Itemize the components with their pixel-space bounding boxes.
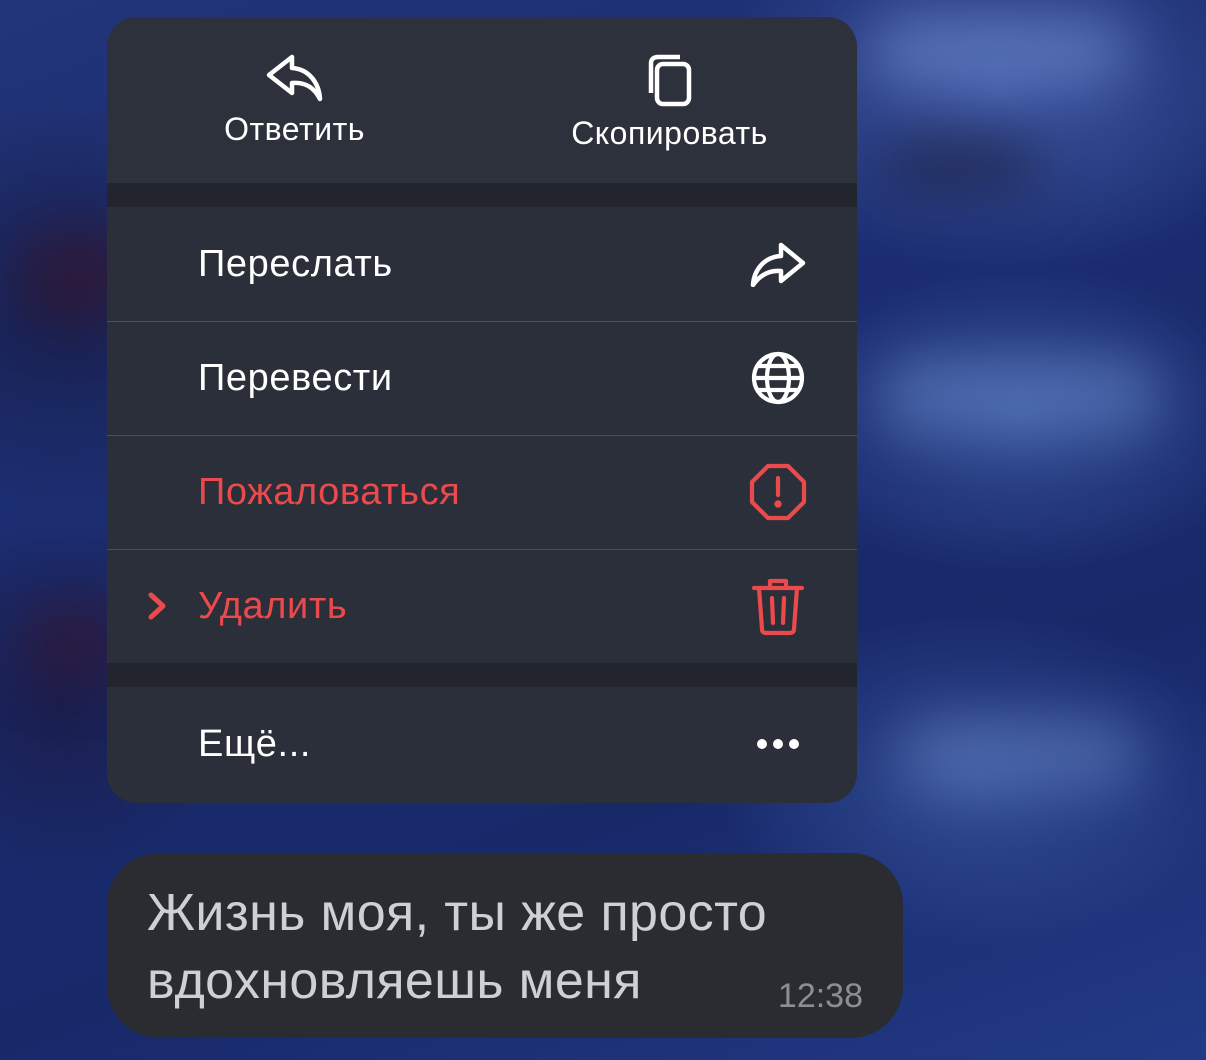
forward-icon <box>749 235 807 293</box>
reply-button[interactable]: Ответить <box>107 17 482 183</box>
report-menu-item[interactable]: Пожаловаться <box>107 435 857 549</box>
delete-menu-item[interactable]: Удалить <box>107 549 857 663</box>
section-divider <box>107 183 857 207</box>
copy-icon <box>640 53 700 109</box>
reply-label: Ответить <box>224 111 365 147</box>
reply-icon <box>265 53 325 105</box>
blurred-bubble <box>880 360 1160 430</box>
forward-menu-item[interactable]: Переслать <box>107 207 857 321</box>
trash-icon <box>749 577 807 636</box>
message-context-menu: Ответить Скопировать Переслать Перевести <box>107 17 857 803</box>
delete-label: Удалить <box>198 584 348 627</box>
chevron-right-icon <box>145 549 169 663</box>
report-label: Пожаловаться <box>198 470 461 513</box>
translate-menu-item[interactable]: Перевести <box>107 321 857 435</box>
message-bubble[interactable]: Жизнь моя, ты же просто вдохновляешь мен… <box>107 853 903 1038</box>
translate-label: Перевести <box>198 356 393 399</box>
more-label: Ещё... <box>198 722 312 765</box>
section-divider <box>107 663 857 687</box>
top-actions-bar: Ответить Скопировать <box>107 17 857 183</box>
copy-label: Скопировать <box>571 115 768 151</box>
blurred-bubble <box>870 20 1130 80</box>
report-octagon-icon <box>749 463 807 521</box>
ellipsis-icon <box>749 715 807 773</box>
copy-button[interactable]: Скопировать <box>482 17 857 183</box>
more-menu-item[interactable]: Ещё... <box>107 687 857 801</box>
forward-label: Переслать <box>198 242 393 285</box>
blurred-bubble <box>880 140 1040 190</box>
message-timestamp: 12:38 <box>777 977 863 1015</box>
blurred-bubble <box>900 720 1140 790</box>
globe-icon <box>749 349 807 407</box>
message-text: Жизнь моя, ты же просто вдохновляешь мен… <box>147 884 768 1010</box>
